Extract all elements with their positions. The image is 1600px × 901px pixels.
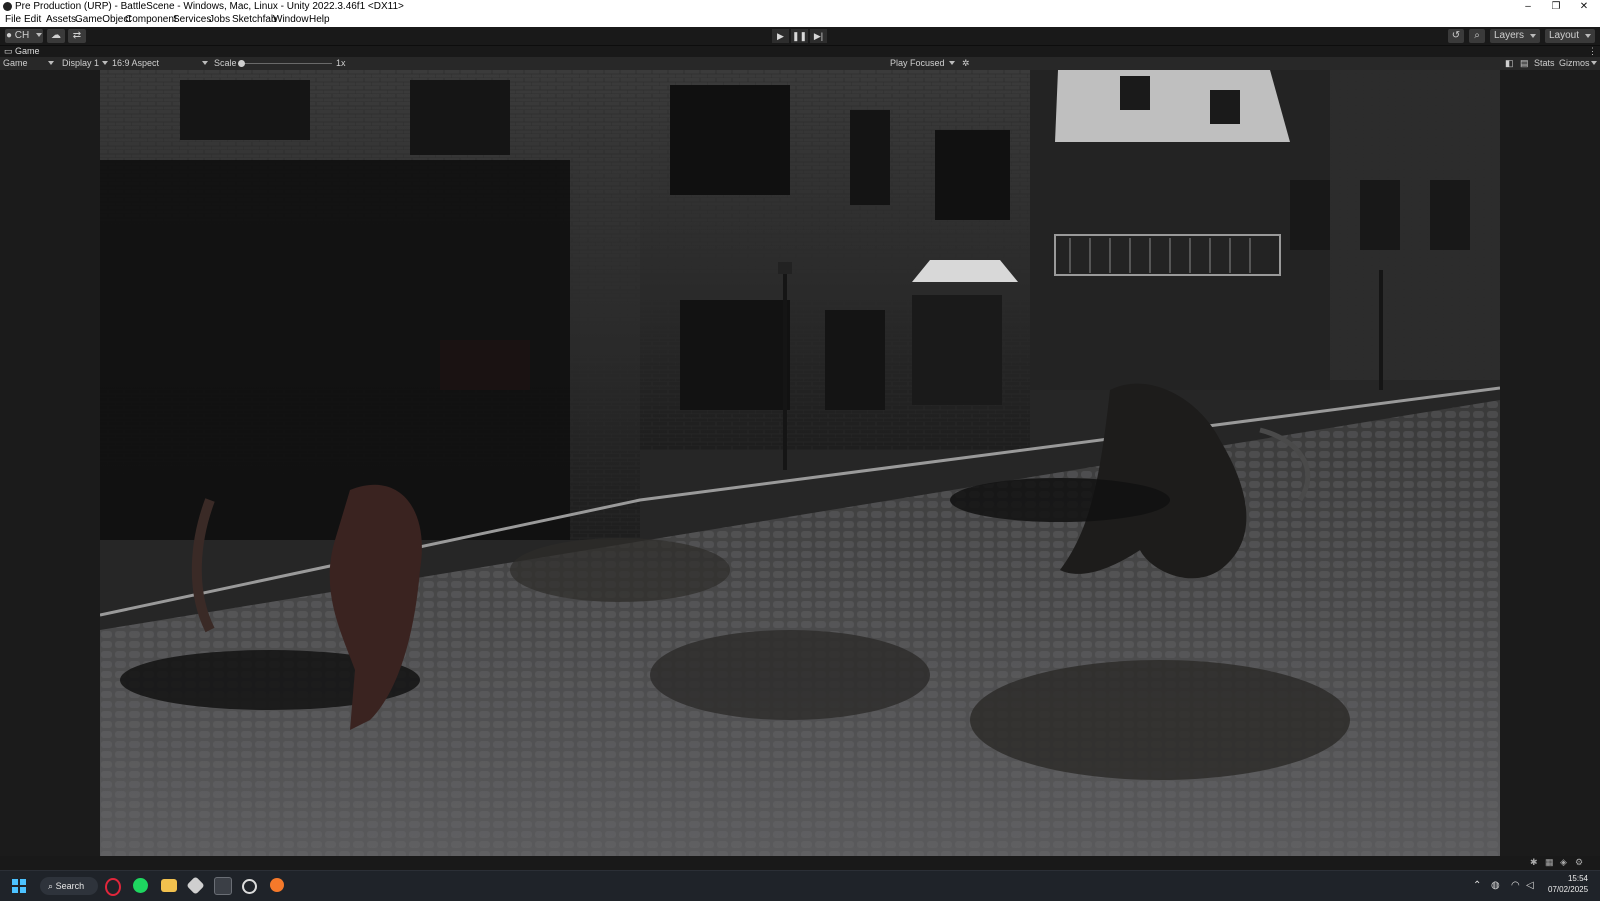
close-button[interactable]: ✕ — [1570, 0, 1598, 13]
menu-file[interactable]: File — [5, 13, 21, 27]
window-title: Pre Production (URP) - BattleScene - Win… — [15, 1, 404, 12]
menu-gameobject[interactable]: GameObject — [75, 13, 131, 27]
display-label: Display 1 — [62, 58, 100, 68]
chevron-down-icon — [36, 33, 43, 38]
chevron-down-icon — [202, 61, 208, 65]
file-explorer-icon[interactable] — [161, 879, 177, 892]
gear-icon[interactable]: ✲ — [962, 57, 970, 70]
play-mode-label: Play Focused — [890, 58, 945, 68]
taskbar-search-label: Search — [55, 881, 85, 891]
menu-bar: File Edit Assets GameObject Component Se… — [0, 13, 1600, 27]
minimize-button[interactable]: – — [1514, 0, 1542, 13]
stats-icon: ▤ — [1520, 58, 1529, 68]
chevron-up-icon[interactable]: ⌃ — [1473, 880, 1481, 891]
menu-window[interactable]: Window — [273, 13, 309, 27]
gizmos-label: Gizmos — [1559, 58, 1590, 68]
wifi-icon[interactable]: ◠ — [1511, 880, 1520, 891]
title-bar: Pre Production (URP) - BattleScene - Win… — [0, 0, 1600, 13]
unity-editor-icon[interactable] — [214, 877, 232, 895]
github-desktop-icon[interactable] — [242, 879, 257, 894]
aspect-dropdown[interactable]: 16:9 Aspect — [112, 57, 208, 70]
opera-icon[interactable] — [105, 878, 121, 896]
scale-slider-handle[interactable] — [238, 60, 245, 67]
version-control-icon: ⇄ — [72, 30, 82, 41]
language-icon[interactable]: ◍ — [1491, 880, 1500, 891]
chevron-down-icon — [1530, 34, 1536, 38]
chevron-down-icon — [102, 61, 108, 65]
spotify-icon[interactable] — [133, 878, 148, 893]
version-control-button[interactable]: ⇄ — [68, 29, 86, 43]
history-icon: ↺ — [1451, 30, 1461, 41]
menu-sketchfab[interactable]: Sketchfab — [232, 13, 276, 27]
stats-button[interactable]: Stats — [1534, 57, 1555, 70]
gamepad-icon: ▭ — [4, 46, 13, 56]
scale-slider-track[interactable] — [240, 63, 332, 64]
tab-game-label: Game — [15, 46, 40, 56]
chevron-down-icon — [949, 61, 955, 65]
scale-label: Scale — [214, 58, 237, 68]
main-toolbar: ● CH ☁ ⇄ ▶ ❚❚ ▶| ↺ ⌕ Layers Layout — [0, 27, 1600, 46]
step-button[interactable]: ▶| — [810, 29, 827, 43]
more-options-icon[interactable]: ⋮ — [1588, 46, 1597, 57]
chevron-down-icon — [1585, 34, 1591, 38]
taskbar: ⌕ Search ⌃ ◍ ◠ ◁ 15:54 07/02/2025 — [0, 870, 1600, 901]
restore-button[interactable]: ❐ — [1542, 0, 1570, 13]
layout-label: Layout — [1549, 30, 1580, 41]
blender-icon[interactable] — [270, 878, 284, 892]
menu-component[interactable]: Component — [125, 13, 177, 27]
layers-dropdown[interactable]: Layers — [1490, 29, 1540, 43]
search-button[interactable]: ⌕ — [1469, 29, 1485, 43]
game-scene-render — [100, 70, 1500, 856]
mute-audio-icon[interactable]: ◧ — [1505, 57, 1514, 70]
menu-jobs[interactable]: Jobs — [209, 13, 230, 27]
step-icon: ▶| — [813, 31, 824, 41]
scale-value: 1x — [336, 58, 346, 68]
pause-button[interactable]: ❚❚ — [791, 29, 808, 43]
game-view-toolbar: Game Display 1 16:9 Aspect Scale 1x Play… — [0, 57, 1600, 70]
clock-date: 07/02/2025 — [1548, 885, 1589, 894]
game-viewport[interactable] — [100, 70, 1500, 856]
search-icon: ⌕ — [48, 881, 54, 891]
aspect-label: 16:9 Aspect — [112, 58, 160, 68]
gizmos-dropdown[interactable]: Gizmos — [1559, 57, 1597, 70]
game-tab-strip: ▭ Game ⋮ — [0, 46, 1600, 57]
clock-time: 15:54 — [1567, 874, 1588, 883]
history-button[interactable]: ↺ — [1448, 29, 1464, 43]
clock[interactable]: 15:54 07/02/2025 — [1548, 873, 1588, 895]
search-icon: ⌕ — [1474, 30, 1480, 41]
menu-assets[interactable]: Assets — [46, 13, 76, 27]
chevron-down-icon — [48, 61, 54, 65]
game-mode-dropdown[interactable]: Game — [3, 57, 54, 70]
status-bar: ✱ ▦ ◈ ⚙ — [0, 856, 1600, 870]
menu-help[interactable]: Help — [309, 13, 330, 27]
account-label: CH — [14, 30, 30, 41]
play-button[interactable]: ▶ — [772, 29, 789, 43]
network-icon[interactable]: ◈ — [1560, 857, 1567, 868]
cloud-icon: ☁ — [51, 30, 61, 41]
account-icon: ● — [5, 30, 13, 41]
tab-game[interactable]: ▭ Game — [4, 46, 40, 57]
menu-services[interactable]: Services — [173, 13, 211, 27]
game-mode-label: Game — [3, 58, 28, 68]
settings-status-icon[interactable]: ⚙ — [1575, 857, 1583, 868]
layers-label: Layers — [1494, 30, 1525, 41]
taskbar-search-button[interactable]: ⌕ Search — [40, 877, 98, 895]
unity-hub-icon[interactable] — [186, 876, 205, 895]
chevron-down-icon — [1591, 61, 1597, 65]
pause-icon: ❚❚ — [791, 31, 808, 41]
play-icon: ▶ — [777, 31, 784, 41]
unity-logo-icon — [3, 2, 12, 11]
display-dropdown[interactable]: Display 1 — [62, 57, 108, 70]
account-button[interactable]: ● CH — [5, 29, 43, 43]
menu-edit[interactable]: Edit — [24, 13, 41, 27]
cloud-button[interactable]: ☁ — [47, 29, 65, 43]
play-mode-dropdown[interactable]: Play Focused — [890, 57, 955, 70]
progress-icon[interactable]: ▦ — [1545, 857, 1554, 868]
windows-start-icon[interactable] — [12, 879, 26, 893]
bug-icon[interactable]: ✱ — [1530, 857, 1538, 868]
layout-dropdown[interactable]: Layout — [1545, 29, 1595, 43]
volume-icon[interactable]: ◁ — [1526, 880, 1534, 891]
